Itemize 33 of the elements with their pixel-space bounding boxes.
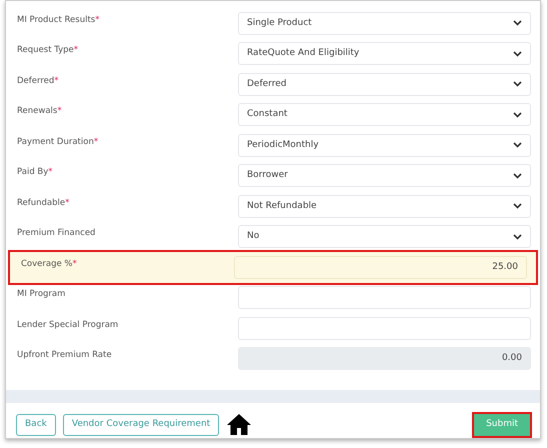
chevron-down-icon: [513, 234, 522, 240]
field-label: Deferred*: [17, 74, 59, 88]
field-label: Request Type*: [17, 44, 78, 58]
input-field[interactable]: [238, 316, 531, 340]
select-field[interactable]: Not Refundable: [238, 194, 531, 218]
chevron-down-icon: [513, 20, 522, 26]
field-label: Coverage %*: [21, 258, 77, 271]
chevron-down-icon: [513, 172, 522, 179]
select-field[interactable]: Single Product: [238, 12, 531, 35]
input-field[interactable]: 25.00: [234, 256, 527, 279]
field-label: Premium Financed: [17, 227, 96, 240]
select-field[interactable]: Borrower: [238, 164, 531, 188]
field-label: Paid By*: [17, 166, 53, 180]
select-field[interactable]: PeriodicMonthly: [238, 134, 531, 157]
field-label: Lender Special Program: [17, 318, 118, 332]
chevron-down-icon: [513, 50, 522, 57]
home-icon[interactable]: [226, 413, 252, 436]
select-field[interactable]: Constant: [238, 103, 531, 126]
field-label: Refundable*: [17, 196, 70, 210]
select-field[interactable]: Deferred: [238, 72, 531, 96]
field-label: Payment Duration*: [17, 136, 98, 149]
field-label: MI Program: [17, 288, 66, 302]
chevron-down-icon: [513, 142, 522, 148]
chevron-down-icon: [513, 203, 522, 210]
field-label: Upfront Premium Rate: [17, 349, 112, 362]
select-field[interactable]: RateQuote And Eligibility: [238, 42, 531, 66]
input-field[interactable]: [238, 286, 531, 310]
chevron-down-icon: [513, 112, 522, 118]
select-field[interactable]: No: [238, 225, 531, 248]
readonly-field: 0.00: [238, 347, 531, 370]
field-label: Renewals*: [17, 105, 62, 118]
chevron-down-icon: [513, 81, 522, 88]
field-label: MI Product Results*: [17, 14, 100, 27]
